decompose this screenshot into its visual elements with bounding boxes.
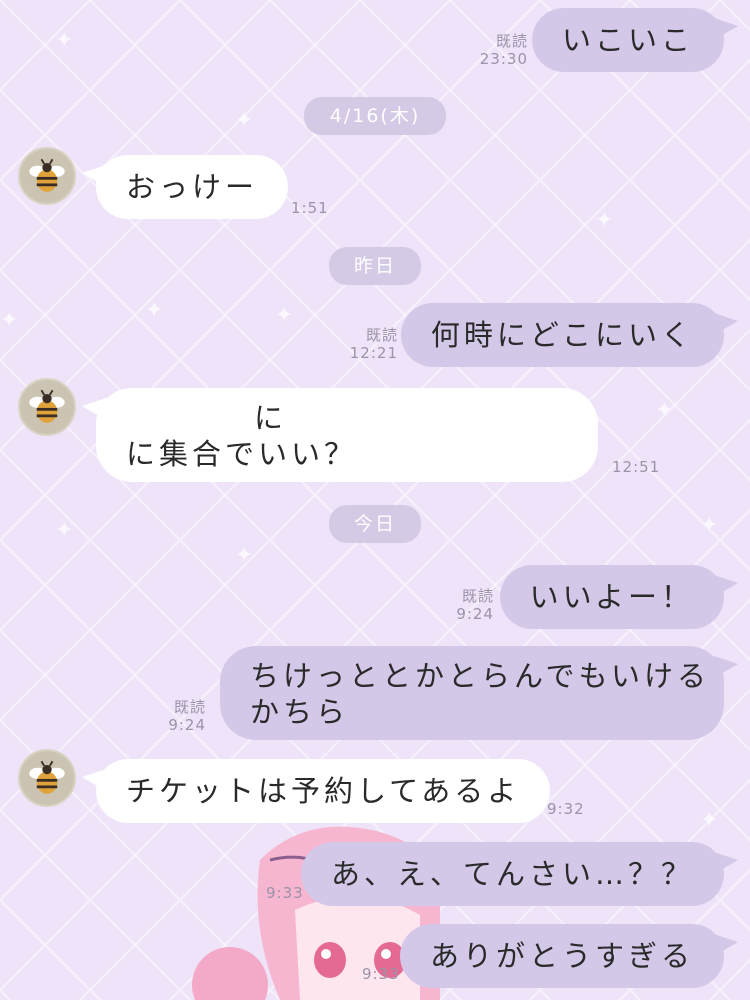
- message-meta: 既読 9:24: [168, 698, 206, 734]
- message-bubble-outgoing[interactable]: あ、え、てんさい…？？: [300, 842, 739, 906]
- message-bubble-outgoing[interactable]: いこいこ: [531, 8, 739, 72]
- timestamp: 12:21: [349, 344, 398, 362]
- message-text: チケットは予約してあるよ: [126, 774, 521, 808]
- sparkle-icon: ✦: [55, 28, 74, 53]
- read-receipt: 既読: [365, 326, 398, 344]
- sparkle-icon: ✦: [275, 303, 294, 328]
- message-bubble-incoming[interactable]: おっけー: [81, 155, 289, 219]
- sparkle-icon: ✦: [655, 398, 674, 423]
- bee-icon: [29, 760, 65, 794]
- message-bubble-incoming[interactable]: チケットは予約してあるよ: [81, 759, 551, 823]
- sparkle-icon: ✦: [235, 543, 254, 568]
- date-separator: 今日: [329, 505, 421, 543]
- message-text: おっけー: [126, 170, 259, 204]
- message-text-line: に: [254, 401, 288, 435]
- timestamp: 1:51: [291, 199, 329, 217]
- sparkle-icon: ✦: [145, 298, 164, 323]
- bee-icon: [29, 389, 65, 423]
- message-bubble-outgoing[interactable]: ちけっととかとらんでもいける かちら: [220, 646, 738, 740]
- timestamp: 9:24: [168, 716, 206, 734]
- timestamp: 23:30: [479, 50, 528, 68]
- message-meta: 既読 9:24: [456, 587, 494, 623]
- contact-avatar[interactable]: [18, 378, 76, 436]
- sparkle-icon: ✦: [700, 808, 719, 833]
- sparkle-icon: ✦: [700, 513, 719, 538]
- message-text-line: かちら: [250, 695, 350, 729]
- sparkle-icon: ✦: [0, 308, 19, 333]
- date-separator: 4/16(木): [304, 97, 446, 135]
- message-bubble-outgoing[interactable]: 何時にどこにいく: [400, 303, 739, 367]
- message-text: いいよー！: [529, 580, 694, 614]
- contact-avatar[interactable]: [18, 147, 76, 205]
- read-receipt: 既読: [173, 698, 206, 716]
- message-bubble-outgoing[interactable]: ありがとうすぎる: [399, 924, 739, 988]
- bee-icon: [29, 158, 65, 192]
- message-text: 何時にどこにいく: [430, 318, 694, 352]
- message-text: あ、え、てんさい…？？: [330, 857, 694, 891]
- timestamp: 9:33: [362, 965, 400, 983]
- message-meta: 既読 23:30: [480, 32, 528, 68]
- timestamp: 9:24: [456, 605, 494, 623]
- contact-avatar[interactable]: [18, 749, 76, 807]
- read-receipt: 既読: [495, 32, 528, 50]
- message-text: いこいこ: [561, 23, 694, 57]
- message-meta: 既読 12:21: [350, 326, 398, 362]
- date-separator: 昨日: [329, 247, 421, 285]
- message-bubble-outgoing[interactable]: いいよー！: [499, 565, 739, 629]
- timestamp: 9:32: [547, 800, 585, 818]
- timestamp: 12:51: [612, 458, 661, 476]
- message-text: ありがとうすぎる: [429, 939, 694, 973]
- message-text-line: ちけっととかとらんでもいける: [250, 659, 710, 693]
- message-bubble-incoming[interactable]: に に集合でいい？: [82, 388, 598, 482]
- sparkle-icon: ✦: [595, 208, 614, 233]
- sparkle-icon: ✦: [235, 108, 254, 133]
- read-receipt: 既読: [461, 587, 494, 605]
- message-text-line: に集合でいい？: [126, 437, 358, 471]
- timestamp: 9:33: [266, 884, 304, 902]
- sparkle-icon: ✦: [55, 518, 74, 543]
